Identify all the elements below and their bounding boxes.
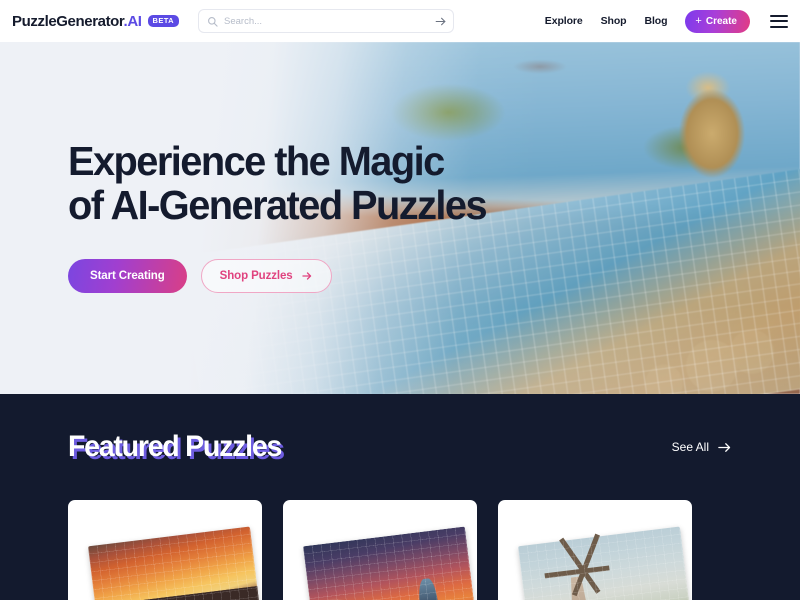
windmill-blade xyxy=(571,534,600,597)
create-button-label: Create xyxy=(705,15,737,27)
shop-puzzles-button[interactable]: Shop Puzzles xyxy=(200,258,332,293)
search-icon xyxy=(207,16,218,27)
create-button[interactable]: + Create xyxy=(685,9,750,33)
arrow-right-icon xyxy=(301,272,311,280)
featured-header: Featured Puzzles See All xyxy=(68,430,732,464)
hamburger-line xyxy=(770,20,788,22)
puzzle-card-sunset-mountains[interactable] xyxy=(68,500,262,600)
nav-link-blog[interactable]: Blog xyxy=(644,15,667,27)
search-input[interactable] xyxy=(224,15,427,27)
hamburger-menu-icon[interactable] xyxy=(770,11,788,32)
page-root: PuzzleGenerator.AI BETA Explore Shop Blo… xyxy=(0,0,800,600)
hero-cta-group: Start Creating Shop Puzzles xyxy=(68,258,499,293)
arrow-right-icon xyxy=(718,442,731,452)
hero-title: Experience the Magic of AI-Generated Puz… xyxy=(68,138,488,228)
brand-name-accent: .AI xyxy=(123,12,142,30)
windmill-blade xyxy=(559,537,601,595)
main-navigation: Explore Shop Blog + Create xyxy=(545,0,788,42)
see-all-label: See All xyxy=(671,440,709,454)
brand-logo[interactable]: PuzzleGenerator.AI BETA xyxy=(12,13,179,30)
windmill-tower xyxy=(565,576,597,600)
search-bar[interactable] xyxy=(198,9,454,33)
puzzle-thumbnail xyxy=(303,526,477,600)
start-creating-button[interactable]: Start Creating xyxy=(68,258,187,293)
plus-icon: + xyxy=(695,14,702,27)
featured-cards-row xyxy=(68,500,692,600)
shop-puzzles-label: Shop Puzzles xyxy=(219,269,293,282)
brand-name: PuzzleGenerator.AI xyxy=(12,13,142,30)
brand-name-main: PuzzleGenerator xyxy=(12,12,124,30)
hamburger-line xyxy=(770,25,788,28)
puzzle-card-astronaut-planet[interactable] xyxy=(283,500,477,600)
see-all-link[interactable]: See All xyxy=(672,440,732,455)
hero-content: Experience the Magic of AI-Generated Puz… xyxy=(68,138,499,293)
site-header: PuzzleGenerator.AI BETA Explore Shop Blo… xyxy=(0,0,800,42)
search-submit-button[interactable] xyxy=(427,10,453,32)
windmill-blade xyxy=(544,565,610,579)
hamburger-line xyxy=(770,14,788,17)
mountain-silhouette xyxy=(95,586,262,600)
puzzle-card-windmill-landscape[interactable] xyxy=(498,500,692,600)
nav-link-explore[interactable]: Explore xyxy=(545,15,583,27)
nav-link-shop[interactable]: Shop xyxy=(601,15,627,27)
hero-section: Experience the Magic of AI-Generated Puz… xyxy=(0,42,800,394)
beta-badge: BETA xyxy=(147,14,179,28)
astronaut-figure xyxy=(417,578,443,600)
puzzle-thumbnail xyxy=(518,526,692,600)
puzzle-thumbnail xyxy=(88,526,262,600)
featured-title: Featured Puzzles xyxy=(68,430,282,463)
